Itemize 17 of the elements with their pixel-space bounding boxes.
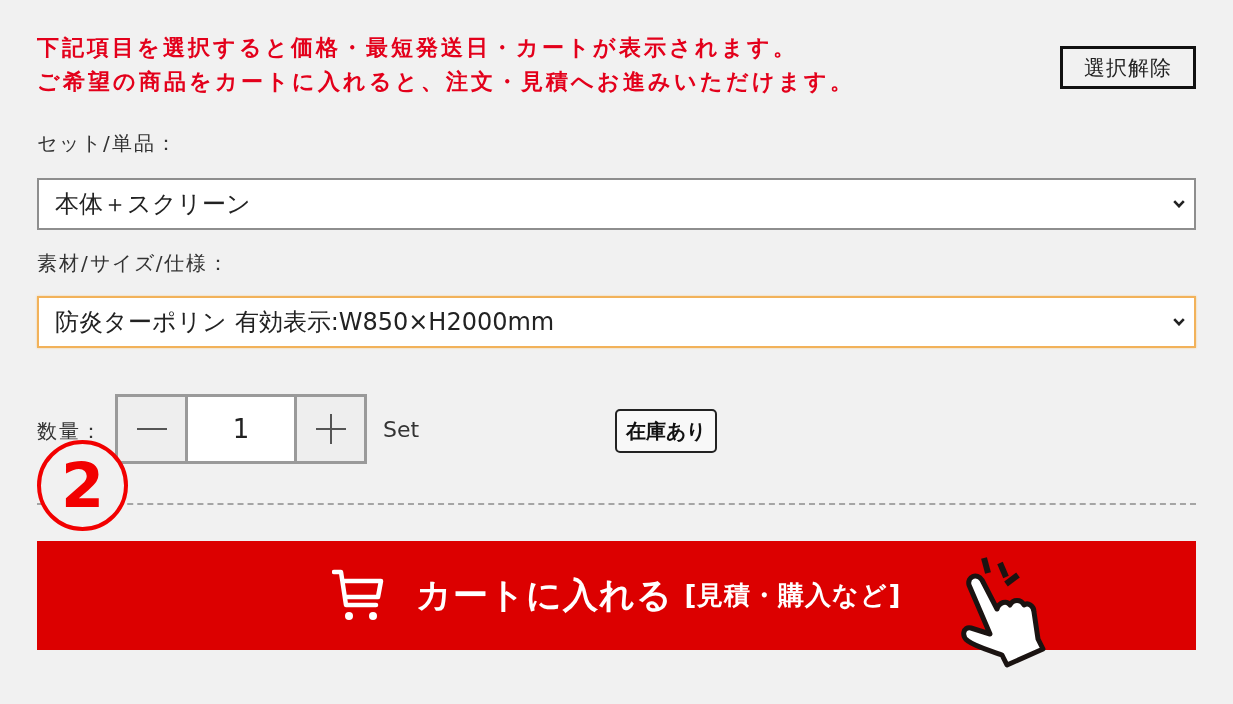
notice-text: 下記項目を選択すると価格・最短発送日・カートが表示されます。 bbox=[37, 34, 798, 62]
clear-selection-button[interactable]: 選択解除 bbox=[1060, 46, 1196, 89]
minus-icon bbox=[136, 428, 167, 430]
option-select[interactable]: 防炎ターポリン 有効表示:W850×H2000mm bbox=[37, 296, 1196, 348]
cart-icon bbox=[331, 568, 384, 623]
unit-label: Set bbox=[383, 416, 420, 442]
field-label: セット/単品： bbox=[37, 130, 178, 157]
field-label: 素材/サイズ/仕様： bbox=[37, 250, 231, 277]
option-select[interactable]: 本体＋スクリーン bbox=[37, 178, 1196, 230]
quantity-input[interactable]: 1 bbox=[185, 397, 297, 461]
notice-text: ご希望の商品をカートに入れると、注文・見積へお進みいただけます。 bbox=[37, 68, 855, 96]
stock-status-badge: 在庫あり bbox=[615, 409, 718, 453]
chevron-down-icon bbox=[1173, 200, 1185, 208]
step-number-marker: 2 bbox=[37, 440, 128, 531]
chevron-down-icon bbox=[1173, 318, 1185, 326]
add-to-cart-button[interactable]: カートに入れる [見積・購入など] bbox=[37, 541, 1196, 650]
plus-icon bbox=[315, 414, 346, 444]
